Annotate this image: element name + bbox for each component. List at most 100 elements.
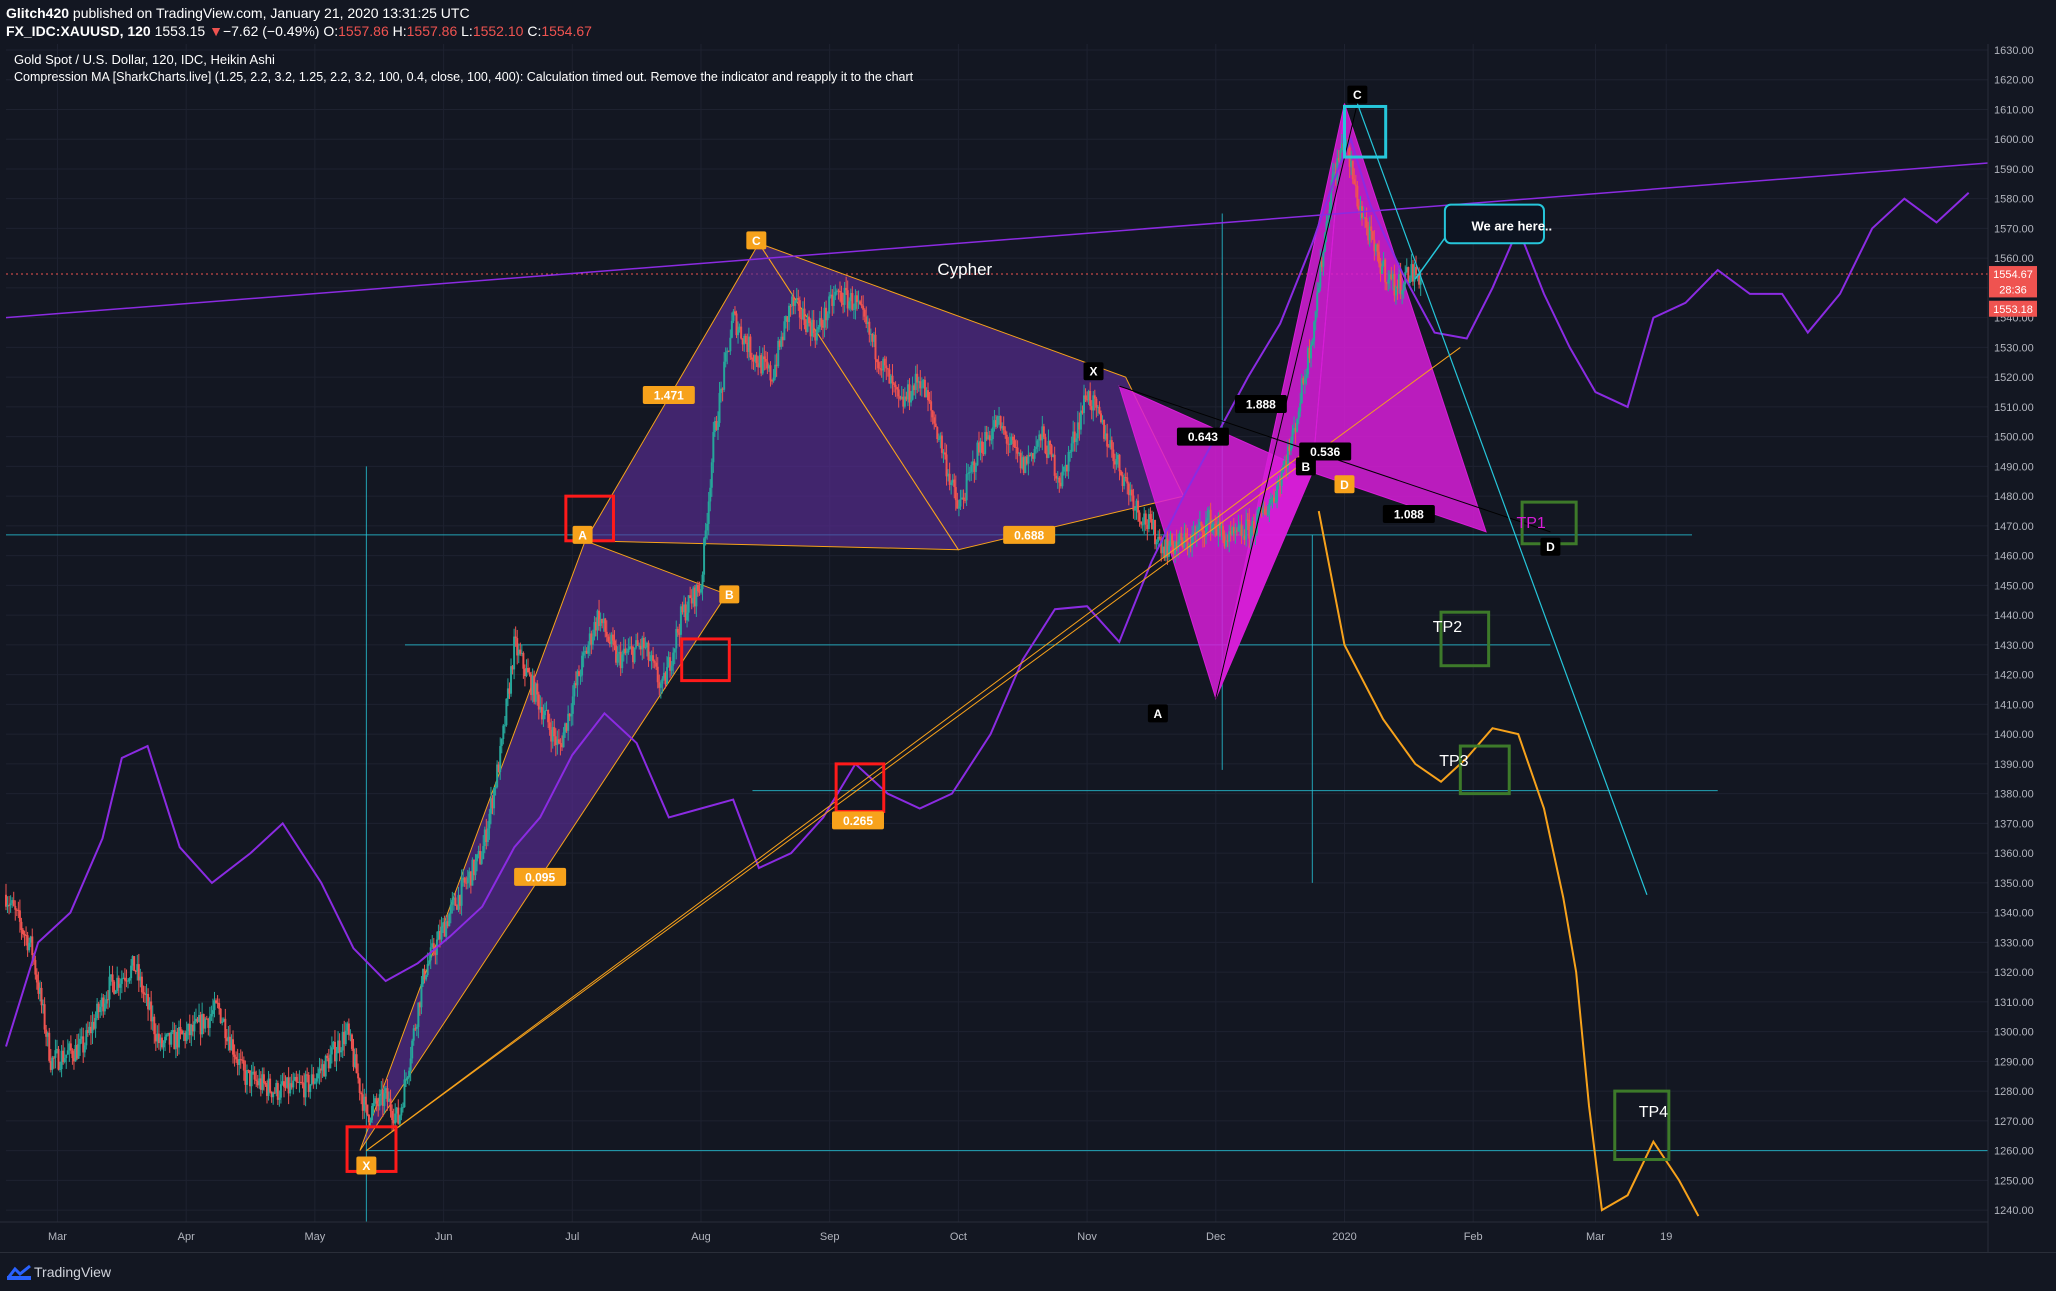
price-tick-label: 1580.00 [1994, 194, 2034, 206]
candle-body [769, 365, 772, 381]
candle-body [934, 423, 937, 428]
candle-body [1126, 477, 1129, 484]
price-tick-label: 1300.00 [1994, 1027, 2034, 1039]
candle-body [1365, 218, 1368, 228]
candle-body [1141, 524, 1144, 526]
candle-body [931, 410, 934, 418]
candle-body [1305, 374, 1308, 379]
indicator-status: Compression MA [SharkCharts.live] (1.25,… [14, 70, 914, 84]
candle-body [1303, 378, 1306, 384]
tradingview-logo-icon[interactable] [6, 1263, 32, 1281]
candle-body [357, 1073, 360, 1079]
candle-body [788, 305, 791, 322]
candle-body [99, 1006, 102, 1013]
label-text: 0.265 [843, 814, 873, 828]
candle-body [235, 1056, 238, 1060]
candle-body [1004, 430, 1007, 435]
candle-body [936, 427, 939, 440]
candle-body [1075, 438, 1078, 442]
candle-body [965, 474, 968, 501]
candle-body [689, 595, 692, 599]
label-text: A [1154, 707, 1163, 721]
author-name[interactable]: Glitch420 [6, 5, 69, 21]
candle-body [1272, 497, 1275, 502]
label-text: A [578, 528, 587, 542]
candle-body [723, 361, 726, 390]
candle-body [616, 653, 619, 663]
candle-body [1384, 259, 1387, 283]
time-tick-label: Nov [1077, 1231, 1097, 1243]
candle-body [1008, 443, 1011, 445]
label-text: X [362, 1159, 370, 1173]
candle-body [1120, 471, 1123, 476]
label-text: 0.095 [525, 870, 555, 884]
candle-body [944, 452, 947, 455]
candle-body [967, 473, 970, 475]
symbol-name: FX_IDC:XAUUSD, 120 [6, 23, 151, 39]
candle-body [486, 828, 489, 843]
candle-body [1138, 512, 1141, 522]
candle-body [1381, 266, 1384, 274]
candle-body [670, 665, 673, 671]
candle-body [43, 1004, 46, 1030]
price-tick-label: 1440.00 [1994, 610, 2034, 622]
candle-body [527, 668, 530, 673]
candle-body [420, 984, 423, 1008]
candle-body [1311, 341, 1314, 345]
candle-body [153, 1016, 156, 1035]
price-tick-label: 1310.00 [1994, 997, 2034, 1009]
candle-body [928, 400, 931, 402]
candle-body [503, 725, 506, 727]
candle-body [398, 1115, 401, 1124]
candle-body [676, 628, 679, 633]
candle-body [642, 637, 645, 648]
pattern-triangle [359, 540, 728, 1151]
price-tick-label: 1330.00 [1994, 937, 2034, 949]
time-tick-label: Mar [1586, 1231, 1605, 1243]
candle-body [449, 904, 452, 914]
candle-body [313, 1081, 316, 1084]
candle-body [1297, 411, 1300, 419]
candle-body [886, 368, 889, 370]
price-tick-label: 1520.00 [1994, 372, 2034, 384]
candle-body [1167, 545, 1170, 557]
candle-body [391, 1110, 394, 1121]
candle-body [706, 523, 709, 531]
candle-body [330, 1047, 333, 1055]
candle-body [347, 1023, 350, 1035]
candle-body [103, 1003, 106, 1012]
candle-body [324, 1055, 327, 1077]
candle-body [1016, 447, 1019, 454]
tradingview-brand[interactable]: TradingView [34, 1264, 111, 1280]
candle-body [1095, 398, 1098, 408]
candle-body [71, 1050, 74, 1059]
price-tick-label: 1490.00 [1994, 461, 2034, 473]
candle-body [35, 974, 38, 983]
candle-body [493, 788, 496, 809]
candle-body [724, 352, 727, 362]
candle-body [23, 934, 26, 936]
candle-body [1110, 440, 1113, 450]
price-chart[interactable]: C A B X D 1.471 0.688 0.265 0.095 X C B A D 1.888 0.643… [0, 44, 2056, 1252]
close-label: C: [527, 23, 542, 39]
candle-body [366, 1104, 369, 1115]
candle-body [652, 655, 655, 662]
candle-body [502, 725, 505, 739]
candle-body [405, 1079, 408, 1081]
time-tick-label: Jun [435, 1231, 453, 1243]
candle-body [133, 956, 136, 972]
candle-body [1317, 287, 1320, 293]
candle-body [528, 672, 531, 675]
label-text: C [752, 234, 761, 248]
candle-body [66, 1050, 69, 1055]
candle-body [557, 739, 560, 744]
candle-body [820, 318, 823, 326]
candle-body [255, 1079, 258, 1081]
candle-body [1005, 434, 1008, 444]
price-change: −7.62 (−0.49%) [222, 23, 320, 39]
candle-body [276, 1083, 279, 1100]
candle-body [448, 913, 451, 927]
candle-body [605, 631, 608, 637]
candle-body [930, 401, 933, 411]
candle-body [57, 1048, 60, 1070]
